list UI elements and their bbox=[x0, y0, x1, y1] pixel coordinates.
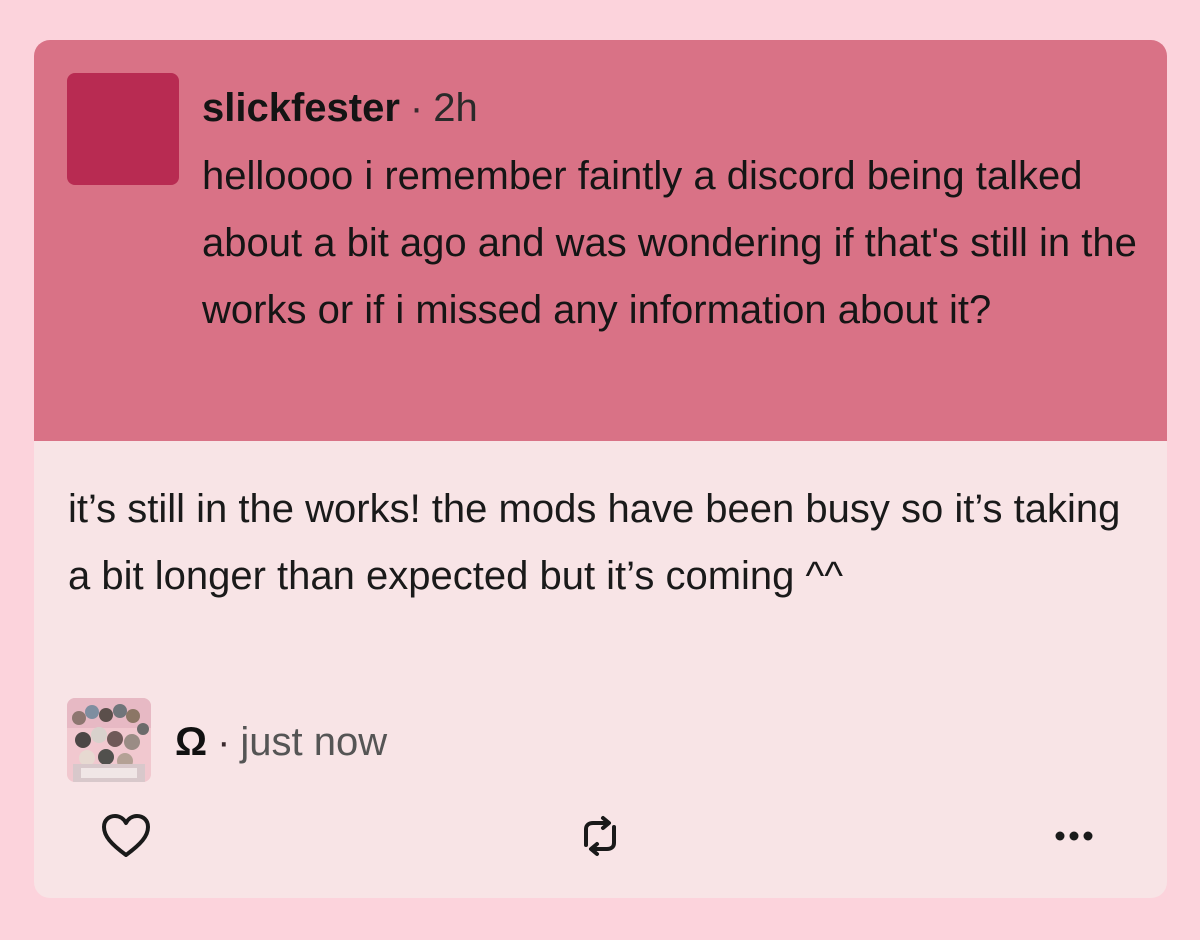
ask-separator: · bbox=[409, 86, 424, 130]
more-dots-icon bbox=[1055, 831, 1093, 841]
asker-username[interactable]: slickfester bbox=[202, 86, 400, 130]
like-button[interactable] bbox=[100, 810, 152, 862]
reblog-button[interactable] bbox=[574, 810, 626, 862]
ask-message: helloooo i remember faintly a discord be… bbox=[202, 154, 1137, 332]
answerer-avatar[interactable] bbox=[67, 698, 151, 782]
group-photo-avatar-image bbox=[67, 698, 151, 782]
answer-message: it’s still in the works! the mods have b… bbox=[68, 487, 1121, 598]
ask-header: slickfester · 2h bbox=[202, 84, 478, 132]
answer-timestamp: just now bbox=[240, 720, 388, 764]
answer-separator: · bbox=[217, 720, 231, 764]
answerer-username[interactable]: Ω bbox=[175, 720, 207, 764]
reblog-icon bbox=[584, 816, 616, 856]
asker-avatar[interactable] bbox=[67, 73, 179, 185]
answer-meta: Ω · just now bbox=[175, 718, 387, 766]
ask-section: slickfester · 2h helloooo i remember faint… bbox=[34, 40, 1167, 441]
more-options-button[interactable] bbox=[1048, 810, 1100, 862]
ask-timestamp: 2h bbox=[433, 86, 478, 130]
heart-icon bbox=[102, 814, 150, 857]
post-card: slickfester · 2h helloooo i remember faint… bbox=[34, 40, 1167, 898]
